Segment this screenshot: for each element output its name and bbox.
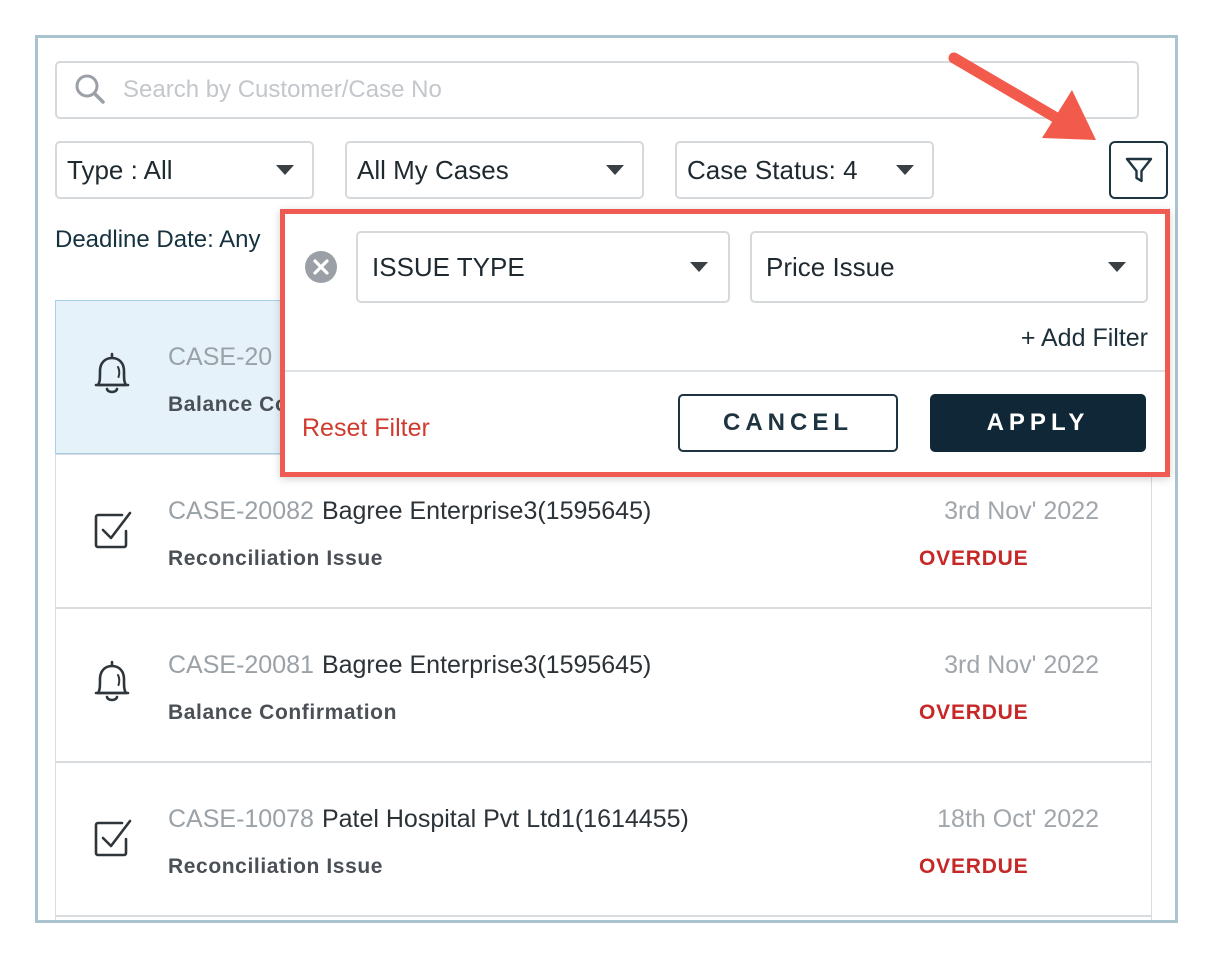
chevron-down-icon — [690, 262, 708, 272]
status-badge: OVERDUE — [919, 547, 1029, 570]
chevron-down-icon — [896, 165, 914, 175]
funnel-icon — [1125, 157, 1152, 183]
deadline-date: 18th Oct' 2022 — [937, 805, 1099, 833]
reset-filter-link[interactable]: Reset Filter — [302, 414, 430, 443]
case-type: Balance Co — [168, 393, 289, 416]
case-status-dropdown[interactable]: Case Status: 4 — [675, 141, 934, 199]
cancel-button[interactable]: CANCEL — [678, 394, 898, 452]
status-badge: OVERDUE — [919, 855, 1029, 878]
checkbox-icon — [94, 819, 132, 857]
case-number-text: CASE-20082 — [168, 497, 314, 525]
case-row[interactable]: CASE-10078 Patel Hospital Pvt Ltd1(161445… — [55, 762, 1152, 916]
case-number: CASE-20081 Bagree Enterprise3(1595645) — [168, 651, 651, 680]
search-icon — [75, 74, 105, 104]
customer-name: Bagree Enterprise3(1595645) — [321, 651, 652, 679]
type-dropdown[interactable]: Type : All — [55, 141, 314, 199]
case-type: Reconciliation Issue — [168, 855, 384, 878]
case-number-text: CASE-20081 — [168, 651, 314, 679]
filter-popup: ISSUE TYPE Price Issue + Add Filter Rese… — [280, 209, 1170, 477]
deadline-filter-label[interactable]: Deadline Date: Any — [55, 226, 260, 254]
apply-button[interactable]: APPLY — [930, 394, 1146, 452]
case-number-text: CASE-10078 — [168, 805, 314, 833]
case-type: Reconciliation Issue — [168, 547, 384, 570]
annotation-arrow-icon — [948, 52, 1096, 140]
case-row[interactable]: CASE-20081 Bagree Enterprise3(1595645) Ba… — [55, 608, 1152, 762]
search-input[interactable] — [123, 76, 1023, 104]
chevron-down-icon — [1108, 262, 1126, 272]
cases-dropdown[interactable]: All My Cases — [345, 141, 644, 199]
checkbox-icon — [94, 511, 132, 549]
filter-value-dropdown[interactable]: Price Issue — [750, 231, 1148, 303]
case-row[interactable]: CASE-20082 Bagree Enterprise3(1595645) Re… — [55, 454, 1152, 608]
deadline-date: 3rd Nov' 2022 — [944, 651, 1099, 679]
customer-name: Patel Hospital Pvt Ltd1(1614455) — [321, 805, 689, 833]
filter-value-label: Price Issue — [766, 251, 895, 282]
filter-field-dropdown[interactable]: ISSUE TYPE — [356, 231, 730, 303]
cases-dropdown-label: All My Cases — [357, 154, 509, 185]
add-filter-link[interactable]: + Add Filter — [1021, 324, 1148, 353]
case-number-text: CASE-20 — [168, 343, 273, 371]
customer-name: Bagree Enterprise3(1595645) — [321, 497, 652, 525]
chevron-down-icon — [276, 165, 294, 175]
case-number: CASE-20082 Bagree Enterprise3(1595645) — [168, 497, 651, 526]
case-number: CASE-10078 Patel Hospital Pvt Ltd1(161445… — [168, 805, 689, 834]
case-number: CASE-20 — [168, 343, 280, 372]
case-row[interactable] — [55, 916, 1152, 920]
filter-criteria-section: ISSUE TYPE Price Issue + Add Filter — [285, 214, 1165, 372]
remove-filter-icon[interactable] — [304, 250, 338, 284]
case-status-dropdown-label: Case Status: 4 — [687, 154, 858, 185]
bell-icon — [94, 660, 130, 702]
case-list-panel: Type : All All My Cases Case Status: 4 D… — [35, 35, 1178, 923]
chevron-down-icon — [606, 165, 624, 175]
case-type: Balance Confirmation — [168, 701, 398, 724]
deadline-date: 3rd Nov' 2022 — [944, 497, 1099, 525]
status-badge: OVERDUE — [919, 701, 1029, 724]
bell-icon — [94, 352, 130, 394]
filter-field-label: ISSUE TYPE — [372, 251, 525, 282]
type-dropdown-label: Type : All — [67, 154, 173, 185]
